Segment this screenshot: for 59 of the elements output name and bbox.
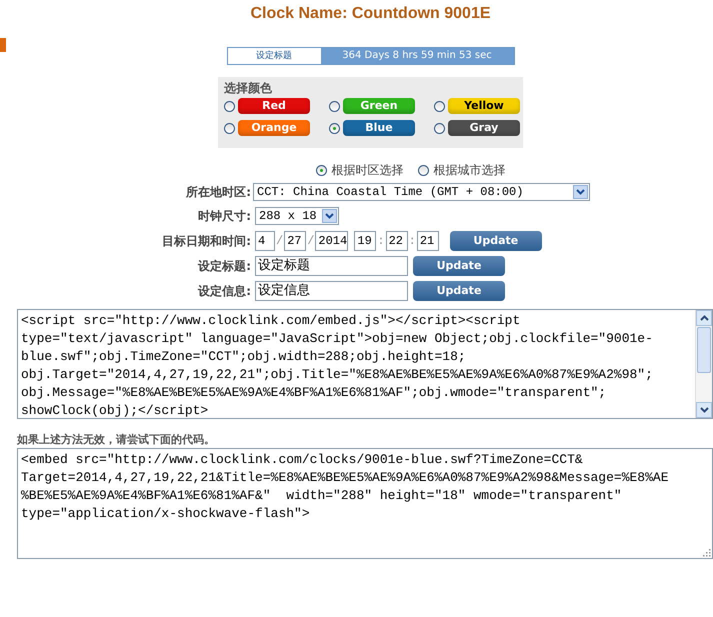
code-line: type="text/javascript" language="JavaScript">obj=new Object;obj.clockfile="9001e- <box>21 330 654 348</box>
radio-button[interactable] <box>224 122 235 134</box>
update-button[interactable]: Update <box>413 256 505 276</box>
scrollbar[interactable] <box>695 310 712 418</box>
radio-button[interactable] <box>316 164 326 176</box>
code-line: showClock(obj);</script> <box>21 402 210 420</box>
size-select[interactable]: 288 x 18 <box>255 206 339 224</box>
radio-button[interactable] <box>434 100 445 112</box>
chevron-down-icon[interactable] <box>325 212 334 218</box>
field-label: 设定标题: <box>196 258 251 272</box>
side-tab-marker <box>0 38 6 52</box>
color-option[interactable]: Blue <box>343 120 415 136</box>
separator: / <box>307 232 314 250</box>
code-textarea[interactable] <box>17 448 713 559</box>
date-time-field[interactable]: 27 <box>284 230 306 250</box>
message-field[interactable]: 设定信息 <box>255 280 408 300</box>
resize-grip-icon[interactable] <box>703 549 711 557</box>
chevron-down-icon[interactable] <box>576 189 585 195</box>
separator: : <box>377 232 385 250</box>
date-time-field[interactable]: 22 <box>386 230 408 250</box>
panel-heading: 选择颜色 <box>224 81 273 95</box>
code-line: <embed src="http://www.clocklink.com/clocks/9001e-blue.swf?TimeZone=CCT& <box>21 451 584 469</box>
date-time-field[interactable]: 19 <box>354 230 376 250</box>
date-time-field[interactable]: 4 <box>255 230 275 250</box>
field-label: 设定信息: <box>196 284 251 298</box>
radio-label[interactable]: 根据时区选择 <box>332 163 404 177</box>
title-field[interactable]: 设定标题 <box>255 256 408 276</box>
separator: / <box>276 232 284 250</box>
code-line: blue.swf";obj.TimeZone="CCT";obj.width=288;obj.height=18; <box>21 348 467 366</box>
fallback-note: 如果上述方法无效，请尝试下面的代码。 <box>17 433 216 446</box>
radio-button[interactable] <box>224 100 235 112</box>
radio-button[interactable] <box>329 100 340 112</box>
code-line: %BE%E5%AE%9A%E4%BF%A1%E6%81%AF&" width="288" height="18" wmode="transparent" <box>21 487 623 505</box>
radio-label[interactable]: 根据城市选择 <box>434 163 506 177</box>
color-option[interactable]: Red <box>238 98 310 114</box>
radio-button[interactable] <box>434 122 445 134</box>
code-line: obj.Target="2014,4,27,19,22,21";obj.Title="%E8%AE%BE%E5%AE%9A%E6%A0%87%E9%A2%98"; <box>21 366 654 384</box>
countdown-text: 364 Days 8 hrs 59 min 53 sec <box>320 48 514 64</box>
code-textarea[interactable] <box>17 309 713 419</box>
radio-button[interactable] <box>329 122 340 134</box>
separator: : <box>408 232 416 250</box>
update-button[interactable]: Update <box>450 230 542 250</box>
field-label: 目标日期和时间: <box>161 234 251 248</box>
code-line: Target=2014,4,27,19,22,21&Title=%E8%AE%BE%E5%AE%9A%E6%A0%87%E9%A2%98&Message=%E8%AE <box>21 469 670 487</box>
code-line: <script src="http://www.clocklink.com/embed.js"></script><script <box>21 312 522 330</box>
color-option[interactable]: Yellow <box>448 98 520 114</box>
date-time-field[interactable]: 21 <box>416 230 439 250</box>
field-label: 所在地时区: <box>185 185 251 199</box>
date-time-field[interactable]: 2014 <box>315 230 348 250</box>
chevron-down-icon[interactable] <box>700 407 708 413</box>
code-line: obj.Message="%E8%AE%BE%E5%AE%9A%E4%BF%A1%E6%81%AF";obj.wmode="transparent"; <box>21 384 608 402</box>
field-label: 时钟尺寸: <box>197 208 251 222</box>
radio-button[interactable] <box>418 164 428 176</box>
update-button[interactable]: Update <box>413 280 505 300</box>
color-option[interactable]: Gray <box>448 120 520 136</box>
chevron-up-icon[interactable] <box>700 315 708 321</box>
page-title: Clock Name: Countdown 9001E <box>249 4 492 24</box>
timezone-select[interactable]: CCT: China Coastal Time (GMT + 08:00) <box>253 183 590 201</box>
code-line: type="application/x-shockwave-flash"> <box>21 505 311 523</box>
